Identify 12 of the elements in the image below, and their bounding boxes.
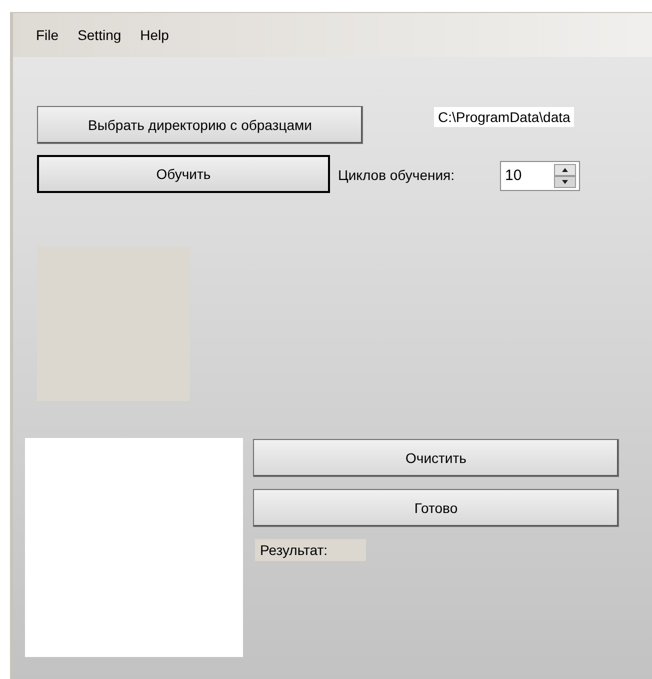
path-label: C:\ProgramData\data xyxy=(434,107,574,127)
spin-arrows-icon[interactable] xyxy=(554,164,576,188)
menu-item[interactable]: File xyxy=(29,22,66,48)
button[interactable]: Готово xyxy=(253,489,619,527)
number-spinner[interactable]: 10 xyxy=(500,161,580,191)
cycles-label: Циклов обучения: xyxy=(338,166,454,185)
button[interactable]: Выбрать директорию с образцами xyxy=(37,106,363,144)
menu-item[interactable]: Setting xyxy=(70,22,128,48)
result-label: Результат: xyxy=(255,539,366,561)
menu-item[interactable]: Help xyxy=(133,22,176,48)
button[interactable]: Обучить xyxy=(37,155,330,193)
button[interactable]: Очистить xyxy=(253,439,619,477)
